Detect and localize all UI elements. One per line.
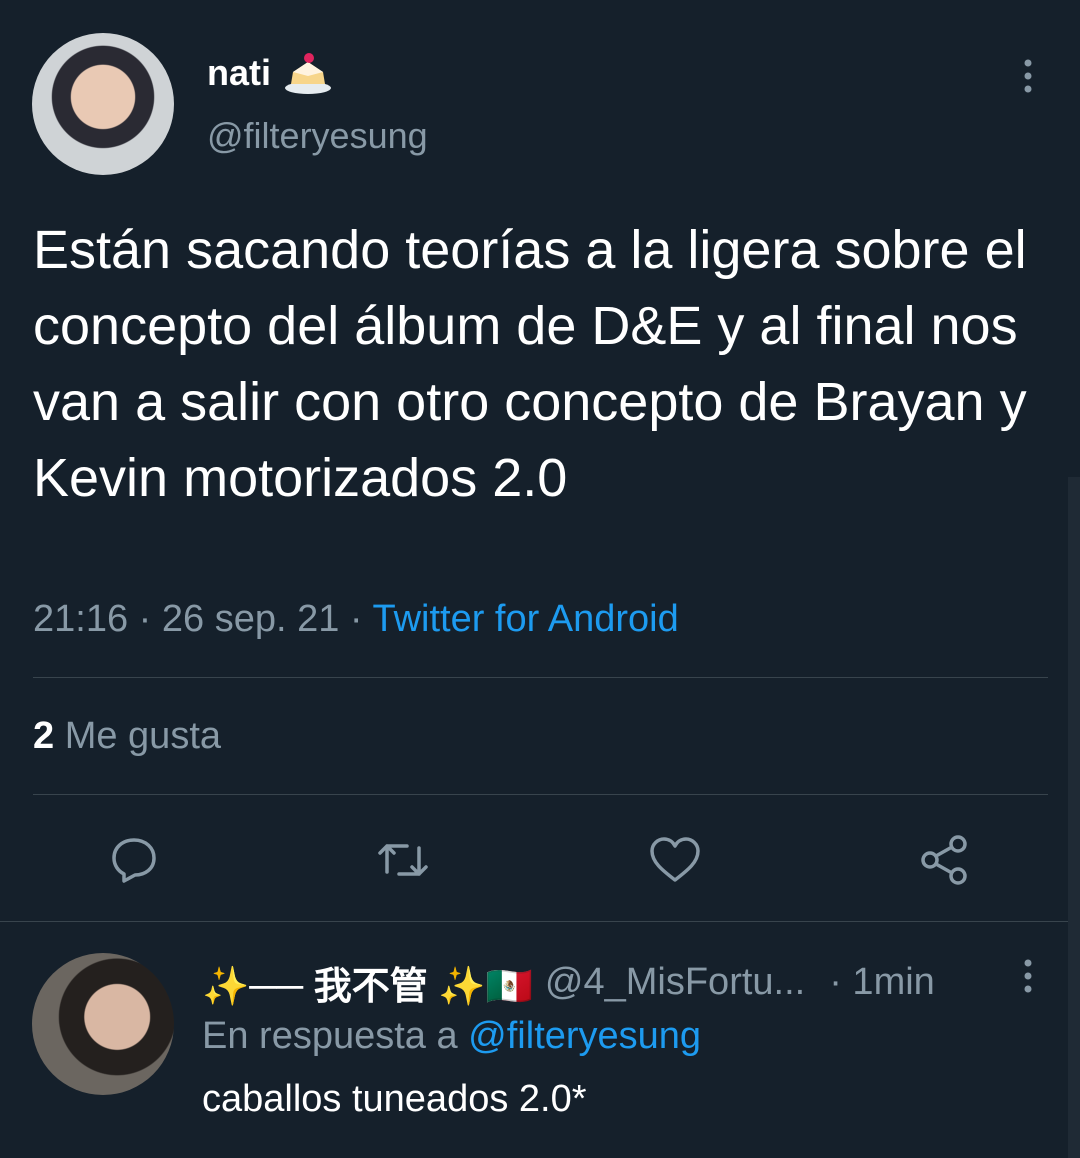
likes-number: 2 — [33, 715, 55, 757]
reply-time: · 1min — [829, 961, 935, 1003]
section-divider — [0, 921, 1080, 922]
tweet-time[interactable]: 21:16 — [33, 598, 128, 640]
likes-count[interactable]: 2 Me gusta — [33, 715, 221, 758]
tweet-source[interactable]: Twitter for Android — [372, 598, 678, 640]
reply-to-line: En respuesta a @filteryesung — [202, 1015, 701, 1058]
tweet-date[interactable]: 26 sep. 21 — [162, 598, 339, 640]
likes-label: Me gusta — [64, 715, 222, 757]
reply-to-prefix: En respuesta a — [202, 1015, 458, 1057]
tweet-text: Están sacando teorías a la ligera sobre … — [33, 220, 1027, 508]
reply-to-handle[interactable]: @filteryesung — [468, 1015, 701, 1057]
tweet-meta: 21:16 · 26 sep. 21 · Twitter for Android — [33, 598, 679, 641]
more-options-icon[interactable] — [1018, 58, 1038, 94]
reply-header: ✨── 我不管 ✨🇲🇽 @4_MisFortu... · 1min — [202, 955, 935, 1010]
author-name[interactable]: nati — [207, 50, 333, 96]
author-name-text: nati — [207, 52, 272, 93]
reply-author-avatar[interactable] — [32, 953, 174, 1095]
more-options-icon[interactable] — [1018, 958, 1038, 994]
meta-dot: · — [349, 598, 373, 640]
author-handle[interactable]: @filteryesung — [207, 115, 428, 157]
share-icon[interactable] — [916, 832, 972, 888]
divider — [33, 677, 1048, 678]
scrollbar[interactable] — [1068, 477, 1080, 1158]
like-icon[interactable] — [647, 832, 703, 888]
reply-author-name[interactable]: ✨── 我不管 ✨🇲🇽 — [202, 955, 533, 1010]
retweet-icon[interactable] — [375, 832, 431, 888]
author-avatar[interactable] — [32, 33, 174, 175]
reply-icon[interactable] — [106, 832, 162, 888]
cake-emoji-icon — [285, 53, 332, 94]
reply-text: caballos tuneados 2.0* — [202, 1078, 587, 1120]
divider — [33, 794, 1048, 795]
meta-dot: · — [138, 598, 162, 640]
reply-author-handle[interactable]: @4_MisFortu... — [545, 961, 805, 1004]
